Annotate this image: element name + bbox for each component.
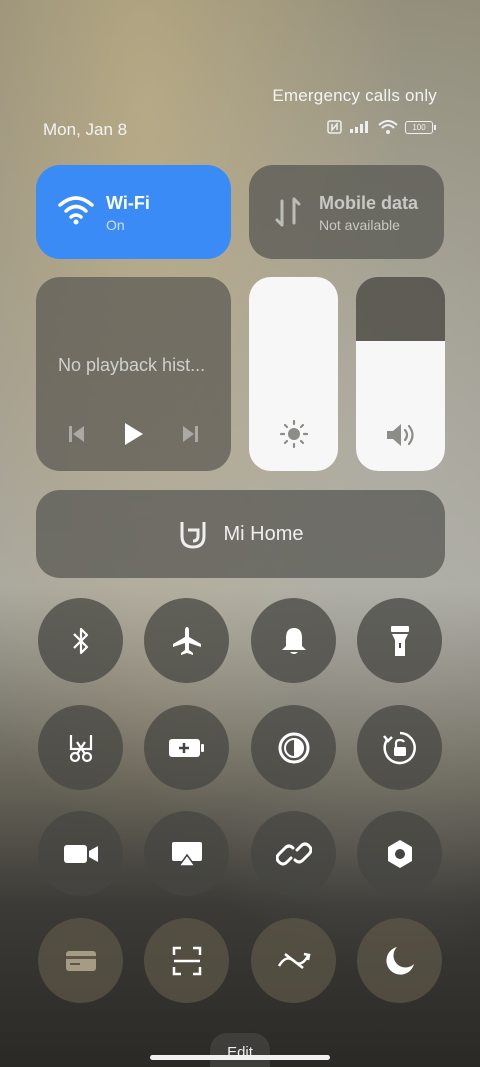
media-player-tile[interactable]: No playback hist... xyxy=(36,277,231,471)
brightness-slider[interactable] xyxy=(249,277,338,471)
scanner-icon xyxy=(172,946,201,975)
brightness-icon xyxy=(279,419,308,449)
previous-icon[interactable] xyxy=(67,424,87,444)
auto-sync-icon xyxy=(277,952,310,969)
status-icons: 100 xyxy=(327,120,436,134)
screenshot-toggle[interactable] xyxy=(38,705,123,790)
scanner-toggle[interactable] xyxy=(144,918,229,1003)
cast-toggle[interactable] xyxy=(144,811,229,896)
mi-home-button[interactable]: Mi Home xyxy=(36,490,445,578)
battery-icon: 100 xyxy=(405,120,436,134)
edit-button[interactable]: Edit xyxy=(210,1033,270,1067)
link-icon xyxy=(275,842,312,865)
airplane-mode-toggle[interactable] xyxy=(144,598,229,683)
bluetooth-toggle[interactable] xyxy=(38,598,123,683)
volume-slider[interactable] xyxy=(356,277,445,471)
volume-level-fill xyxy=(356,341,445,471)
wifi-tile[interactable]: Wi-Fi On xyxy=(36,165,231,259)
wifi-icon xyxy=(58,196,94,225)
ringer-icon xyxy=(281,627,306,654)
battery-saver-icon xyxy=(168,738,204,757)
rotation-lock-toggle[interactable] xyxy=(357,705,442,790)
volume-icon xyxy=(386,424,414,446)
play-icon[interactable] xyxy=(120,421,146,447)
link-toggle[interactable] xyxy=(251,811,336,896)
dark-mode-icon xyxy=(278,732,309,763)
battery-level: 100 xyxy=(405,120,433,134)
card-toggle[interactable] xyxy=(38,918,123,1003)
battery-saver-toggle[interactable] xyxy=(144,705,229,790)
do-not-disturb-toggle[interactable] xyxy=(357,918,442,1003)
wifi-status: On xyxy=(106,217,125,233)
screen-recorder-icon xyxy=(63,844,98,863)
wifi-signal-icon xyxy=(378,120,398,134)
flashlight-icon xyxy=(390,625,409,656)
do-not-disturb-icon xyxy=(385,946,414,975)
flashlight-toggle[interactable] xyxy=(357,598,442,683)
settings-toggle[interactable] xyxy=(357,811,442,896)
carrier-status: Emergency calls only xyxy=(272,86,437,105)
mi-home-label: Mi Home xyxy=(223,522,304,545)
settings-icon xyxy=(387,839,412,868)
rotation-lock-icon xyxy=(382,731,416,764)
media-controls xyxy=(36,421,231,447)
next-icon[interactable] xyxy=(180,424,200,444)
mi-home-icon xyxy=(180,522,206,549)
signal-icon xyxy=(350,121,368,133)
mobile-data-tile[interactable]: Mobile data Not available xyxy=(249,165,444,259)
mobile-data-icon xyxy=(275,197,301,227)
airplane-mode-icon xyxy=(172,626,201,655)
auto-sync-toggle[interactable] xyxy=(251,918,336,1003)
date-label: Mon, Jan 8 xyxy=(43,120,128,139)
dark-mode-toggle[interactable] xyxy=(251,705,336,790)
nfc-icon xyxy=(327,120,342,134)
bluetooth-icon xyxy=(72,627,88,654)
wifi-title: Wi-Fi xyxy=(106,193,150,213)
cast-icon xyxy=(171,841,202,867)
mobile-data-status: Not available xyxy=(319,217,400,233)
ringer-toggle[interactable] xyxy=(251,598,336,683)
home-indicator[interactable] xyxy=(150,1055,330,1060)
screenshot-icon xyxy=(69,734,92,762)
media-title: No playback hist... xyxy=(58,355,206,375)
mobile-data-title: Mobile data xyxy=(319,193,419,213)
screen-recorder-toggle[interactable] xyxy=(38,811,123,896)
card-icon xyxy=(65,950,96,971)
